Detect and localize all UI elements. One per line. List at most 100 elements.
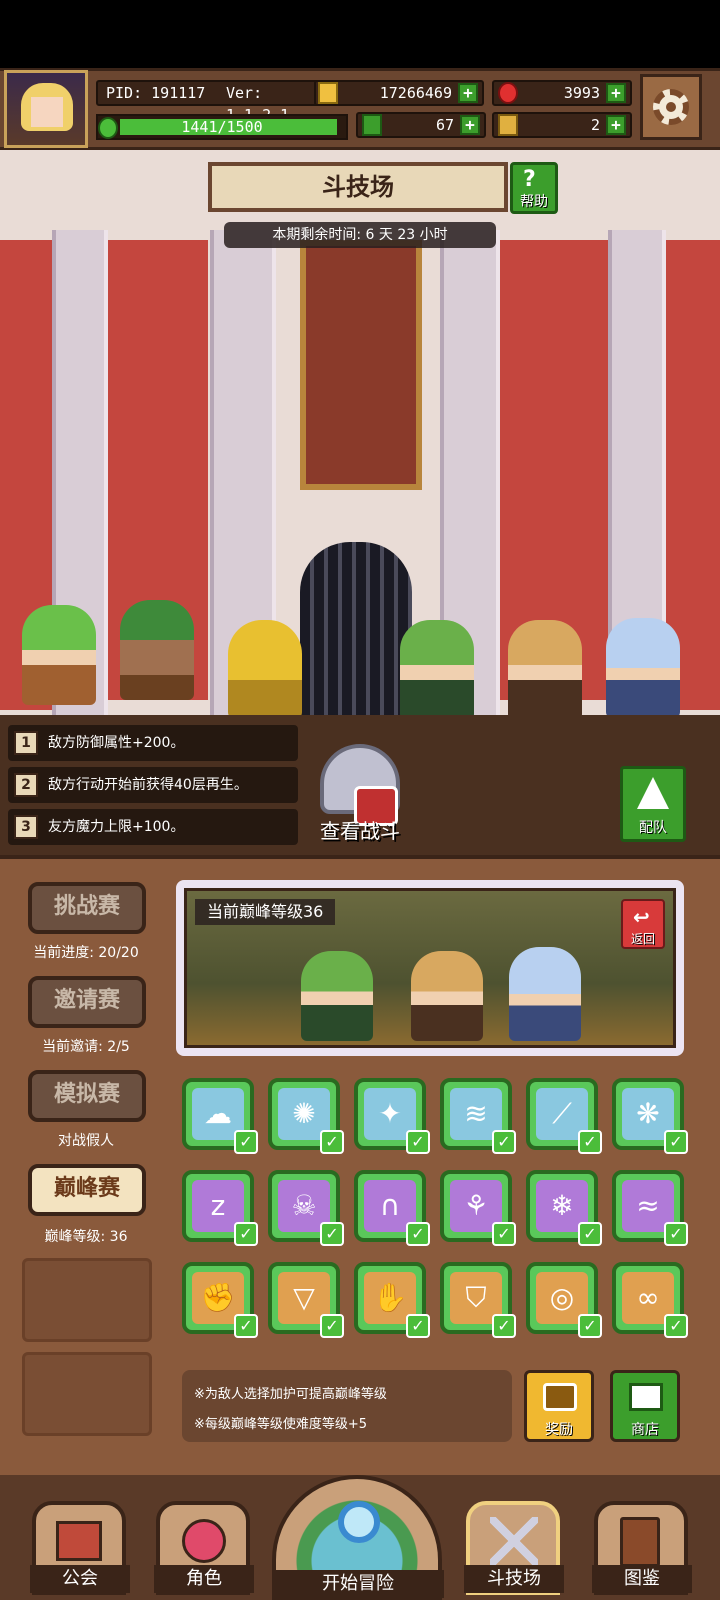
key-amount: 2	[590, 116, 600, 134]
team-button[interactable]: 配队	[620, 766, 686, 842]
modifier-toggle[interactable]: ▽ ✓	[268, 1262, 344, 1338]
chest-icon	[543, 1383, 577, 1411]
player-id: PID: 191117	[106, 84, 206, 102]
nav-arena[interactable]: 斗技场	[464, 1501, 564, 1595]
reward-button[interactable]: 奖励	[524, 1370, 594, 1442]
rule-number: 3	[14, 815, 38, 839]
empty-slot	[22, 1258, 152, 1342]
enemy-hero-4	[400, 620, 474, 715]
character-icon	[182, 1519, 226, 1563]
check-icon: ✓	[406, 1314, 430, 1338]
arena-banner	[300, 240, 422, 490]
modifier-toggle[interactable]: ≈ ✓	[612, 1170, 688, 1246]
modifier-toggle[interactable]: z ✓	[182, 1170, 258, 1246]
settings-button[interactable]	[640, 74, 702, 140]
challenge-mode-button[interactable]: 挑战赛	[28, 882, 146, 934]
help-label: 帮助	[520, 194, 548, 210]
simulation-mode-button[interactable]: 模拟赛	[28, 1070, 146, 1122]
shop-label: 商店	[631, 1422, 659, 1438]
id-version-box: PID: 191117 Ver: 1.1.2.1	[96, 80, 324, 124]
view-battle-label: 查看战斗	[320, 819, 400, 843]
check-icon: ✓	[320, 1130, 344, 1154]
clover-amount: 67	[435, 116, 454, 134]
modifier-toggle[interactable]: ❋ ✓	[612, 1078, 688, 1154]
team-hero-1	[301, 951, 373, 1041]
modifier-toggle[interactable]: ✦ ✓	[354, 1078, 430, 1154]
add-gold-button[interactable]: +	[458, 83, 478, 103]
modifier-toggle[interactable]: ☁ ✓	[182, 1078, 258, 1154]
invitation-progress: 当前邀请: 2/5	[42, 1039, 130, 1055]
rule-item: 3 友方魔力上限+100。	[8, 809, 298, 845]
rule-text: 敌方防御属性+200。	[48, 735, 185, 751]
check-icon: ✓	[234, 1314, 258, 1338]
empty-slot	[22, 1352, 152, 1436]
gem-counter: 3993 +	[492, 80, 632, 106]
crossed-swords-icon	[490, 1517, 538, 1565]
arena-gate	[300, 542, 412, 715]
question-icon: ?	[523, 167, 536, 192]
ruby-gem-icon	[498, 82, 518, 104]
modifier-toggle[interactable]: ❄ ✓	[526, 1170, 602, 1246]
nav-character-label: 角色	[154, 1565, 254, 1593]
check-icon: ✓	[320, 1222, 344, 1246]
experience-bar: 1441/1500	[96, 114, 348, 140]
view-battle-button[interactable]: 查看战斗	[300, 740, 420, 850]
clover-counter: 67 +	[356, 112, 486, 138]
modifier-toggle[interactable]: ⟋ ✓	[526, 1078, 602, 1154]
rule-number: 1	[14, 731, 38, 755]
modifier-toggle[interactable]: ✊ ✓	[182, 1262, 258, 1338]
nav-guild[interactable]: 公会	[30, 1501, 130, 1595]
rule-item: 1 敌方防御属性+200。	[8, 725, 298, 761]
check-icon: ✓	[320, 1314, 344, 1338]
gold-coin-icon	[318, 82, 338, 104]
gem-amount: 3993	[563, 84, 600, 102]
add-gem-button[interactable]: +	[606, 83, 626, 103]
gold-amount: 17266469	[379, 84, 452, 102]
invitation-mode-button[interactable]: 邀请赛	[28, 976, 146, 1028]
shop-button[interactable]: 商店	[610, 1370, 680, 1442]
modifier-toggle[interactable]: ∞ ✓	[612, 1262, 688, 1338]
modifier-toggle[interactable]: ⛉ ✓	[440, 1262, 516, 1338]
rule-number: 2	[14, 773, 38, 797]
check-icon: ✓	[492, 1222, 516, 1246]
modifier-toggle[interactable]: ✋ ✓	[354, 1262, 430, 1338]
rule-text: 敌方行动开始前获得40层再生。	[48, 777, 248, 793]
back-button[interactable]: ↩ 返回	[621, 899, 665, 949]
preview-stage: 当前巅峰等级36 ↩ 返回	[184, 888, 676, 1048]
check-icon: ✓	[234, 1130, 258, 1154]
add-key-button[interactable]: +	[606, 115, 626, 135]
modifier-toggle[interactable]: ✺ ✓	[268, 1078, 344, 1154]
note-line: ※为敌人选择加护可提高巅峰等级	[194, 1387, 387, 1402]
check-icon: ✓	[578, 1222, 602, 1246]
reward-label: 奖励	[545, 1422, 573, 1438]
gold-counter: 17266469 +	[314, 80, 484, 106]
player-avatar[interactable]	[4, 70, 88, 148]
check-icon: ✓	[406, 1222, 430, 1246]
modifier-toggle[interactable]: ⚘ ✓	[440, 1170, 516, 1246]
peak-notes: ※为敌人选择加护可提高巅峰等级 ※每级巅峰等级使难度等级+5	[182, 1370, 512, 1442]
team-label: 配队	[639, 820, 667, 836]
help-button[interactable]: ? 帮助	[510, 162, 558, 214]
enemy-hero-6	[606, 618, 680, 715]
modifier-toggle[interactable]: ≋ ✓	[440, 1078, 516, 1154]
nav-character[interactable]: 角色	[154, 1501, 254, 1595]
team-hero-3	[509, 947, 581, 1041]
nav-start-adventure[interactable]: 开始冒险	[272, 1475, 444, 1600]
back-label: 返回	[630, 932, 655, 946]
check-icon: ✓	[578, 1314, 602, 1338]
key-counter: 2 +	[492, 112, 632, 138]
nav-guild-label: 公会	[30, 1565, 130, 1593]
modifier-toggle[interactable]: ☠ ✓	[268, 1170, 344, 1246]
check-icon: ✓	[492, 1314, 516, 1338]
modifier-toggle[interactable]: ∩ ✓	[354, 1170, 430, 1246]
peak-mode-button[interactable]: 巅峰赛	[28, 1164, 146, 1216]
peak-level: 巅峰等级: 36	[44, 1229, 128, 1245]
magnifier-icon	[338, 1501, 380, 1543]
team-hero-2	[411, 951, 483, 1041]
team-icon	[637, 777, 669, 809]
season-timer: 本期剩余时间: 6 天 23 小时	[224, 222, 496, 248]
modifier-toggle[interactable]: ◎ ✓	[526, 1262, 602, 1338]
check-icon: ✓	[664, 1130, 688, 1154]
nav-codex[interactable]: 图鉴	[592, 1501, 692, 1595]
add-clover-button[interactable]: +	[460, 115, 480, 135]
